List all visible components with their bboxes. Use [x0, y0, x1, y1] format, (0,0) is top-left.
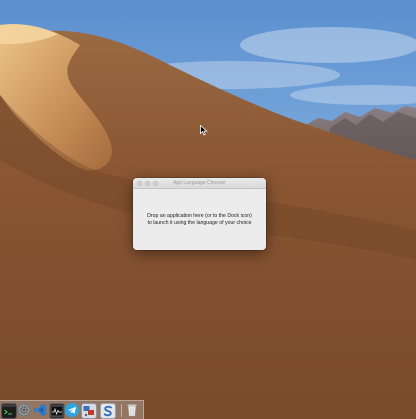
instruction-line-2: to launch it using the language of your …	[147, 219, 252, 226]
activity-monitor-icon[interactable]	[49, 403, 65, 419]
app-language-chooser-icon[interactable]	[81, 403, 97, 419]
telegram-icon[interactable]	[65, 403, 79, 417]
trash-icon[interactable]	[125, 403, 139, 417]
window-title: App Language Chooser	[173, 180, 226, 186]
scrivener-s-icon[interactable]	[100, 403, 116, 419]
mouse-cursor-icon	[200, 125, 208, 136]
drop-zone[interactable]: Drop an application here (or to the Dock…	[133, 189, 266, 250]
instruction-line-1: Drop an application here (or to the Dock…	[147, 212, 252, 219]
visual-studio-code-icon[interactable]	[33, 403, 47, 417]
terminal-icon[interactable]	[1, 403, 17, 419]
dock-separator	[121, 404, 122, 417]
system-preferences-icon[interactable]	[17, 403, 31, 417]
dock	[0, 400, 144, 419]
window-titlebar[interactable]: App Language Chooser	[133, 178, 266, 189]
desktop: App Language Chooser Drop an application…	[0, 0, 416, 419]
app-language-chooser-window[interactable]: App Language Chooser Drop an application…	[133, 178, 266, 250]
